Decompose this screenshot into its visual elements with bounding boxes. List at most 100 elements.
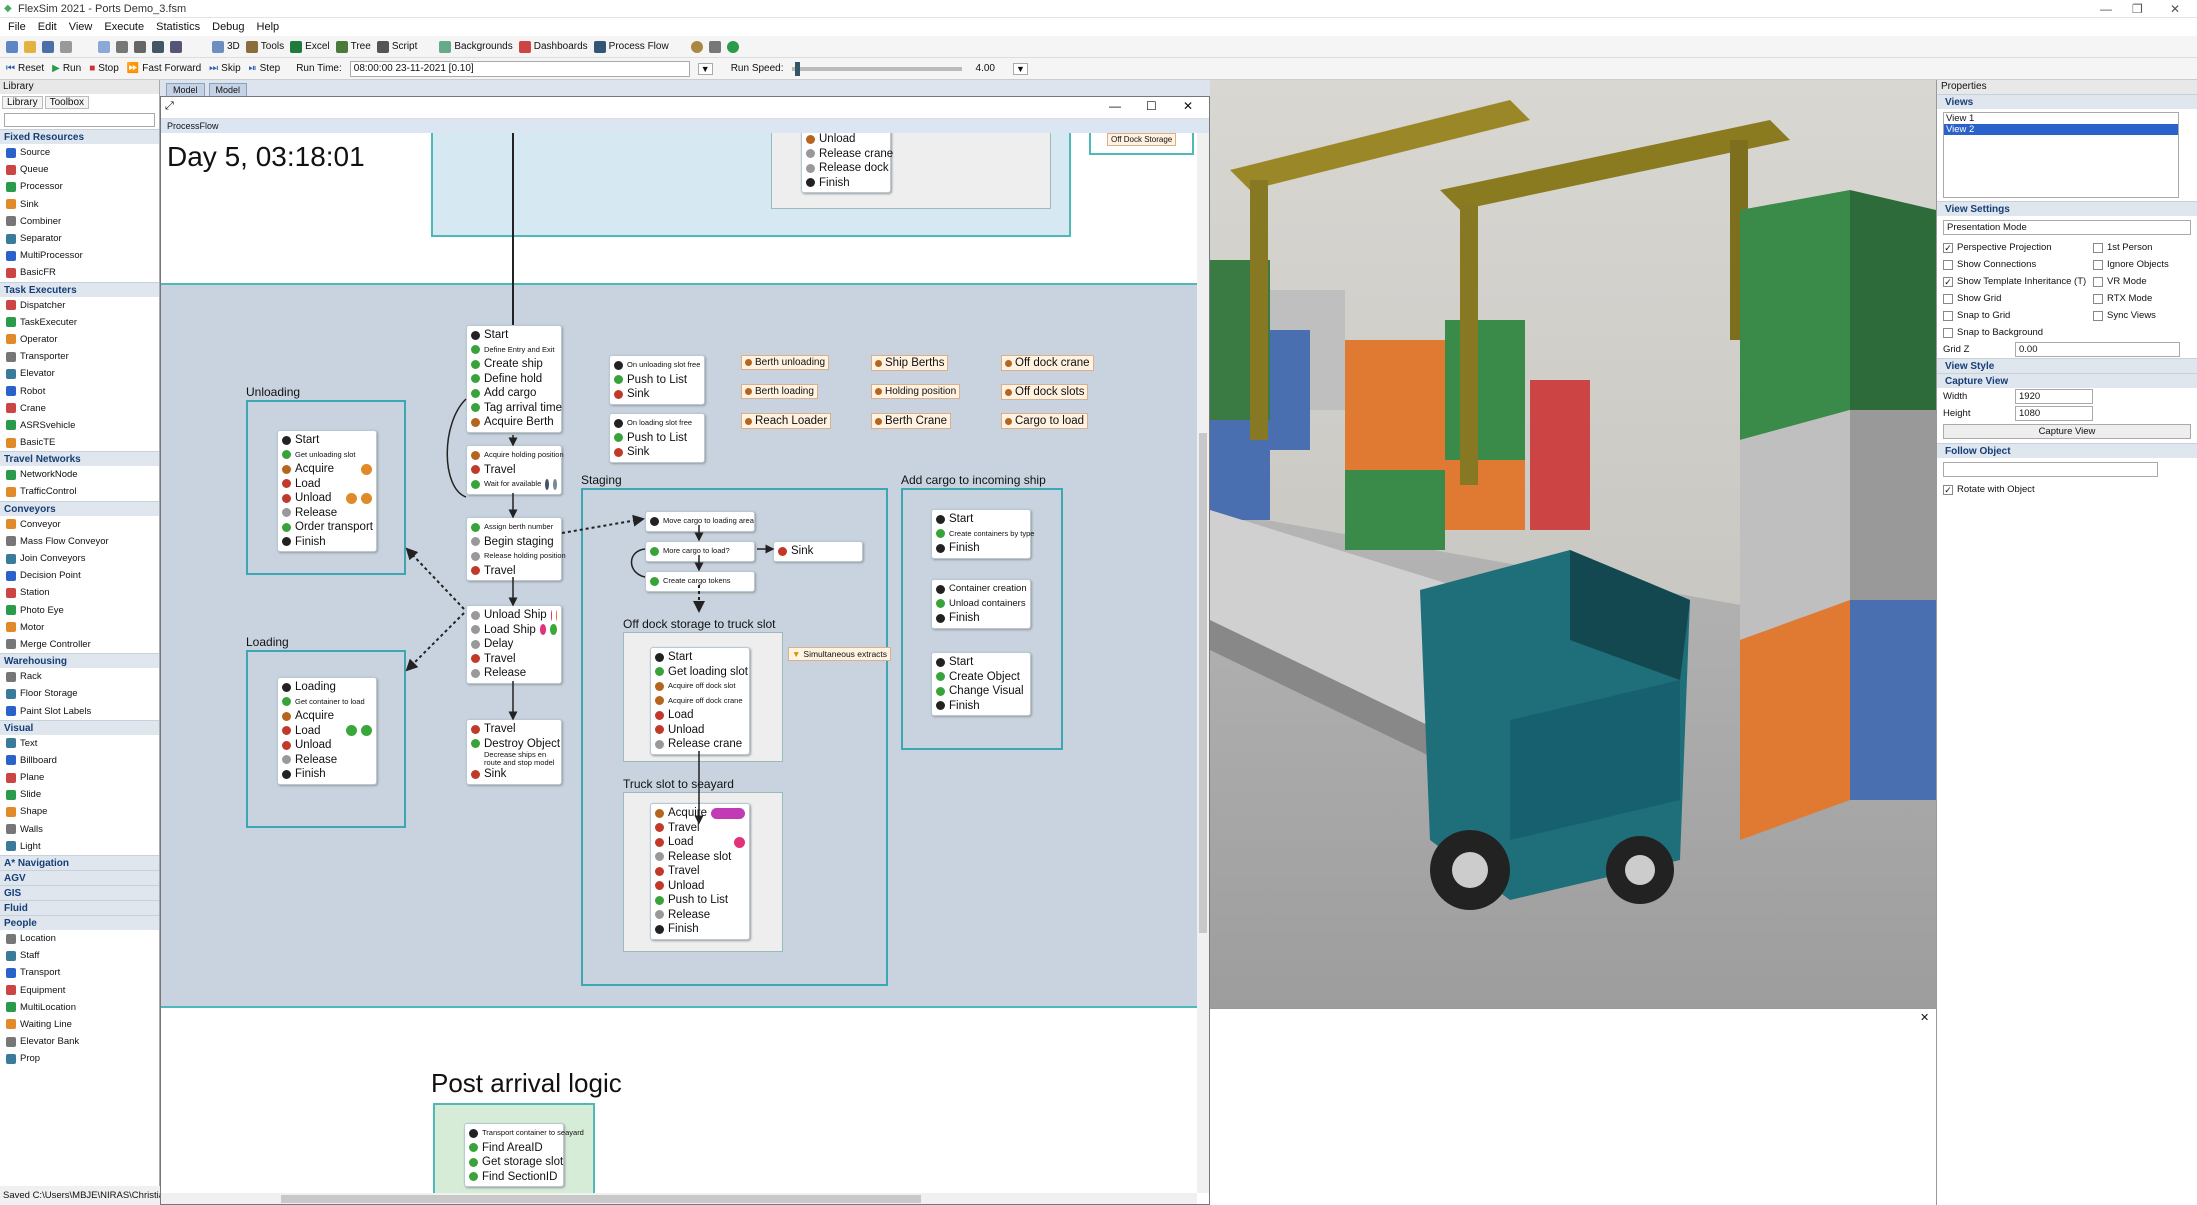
activity-delay[interactable]: Delay [471, 637, 557, 652]
menu-execute[interactable]: Execute [104, 21, 144, 33]
reset-button[interactable]: ⏮ Reset [6, 63, 44, 74]
tab-toolbox[interactable]: Toolbox [44, 96, 90, 109]
check-snap-bg[interactable]: Snap to Background [1937, 324, 2087, 341]
step-button[interactable]: ⏯ Step [249, 63, 281, 74]
check-1st-person[interactable]: 1st Person [2087, 239, 2169, 256]
library-item[interactable]: Source [0, 144, 159, 161]
library-item[interactable]: Separator [0, 230, 159, 247]
activity-release-slot[interactable]: Release slot [655, 850, 745, 865]
resource-cargo-to-load[interactable]: Cargo to load [1001, 413, 1089, 429]
activity-get-storage-slot[interactable]: Get storage slot [469, 1155, 563, 1170]
library-item[interactable]: Motor [0, 619, 159, 636]
library-item[interactable]: Shape [0, 803, 159, 820]
activity-finish-l[interactable]: Finish [282, 767, 372, 782]
menu-help[interactable]: Help [257, 21, 280, 33]
activity-sink-s[interactable]: Sink [778, 544, 858, 559]
menu-file[interactable]: File [8, 21, 26, 33]
activity-push-to-list-2[interactable]: Push to List [614, 431, 700, 446]
tab-model-2[interactable]: Model [208, 83, 248, 96]
library-group-10[interactable]: People [0, 914, 159, 930]
toolbar-backgrounds-button[interactable]: Backgrounds [439, 40, 513, 53]
activity-acquire-off-dock-crane[interactable]: Acquire off dock crane [655, 694, 745, 709]
views-icon[interactable] [170, 40, 182, 53]
library-item[interactable]: Elevator Bank [0, 1033, 159, 1050]
activity-unload-u[interactable]: Unload [282, 491, 372, 506]
library-item[interactable]: Elevator [0, 365, 159, 382]
library-item[interactable]: BasicFR [0, 264, 159, 281]
activity-finish-ac[interactable]: Finish [936, 541, 1026, 556]
model-settings-icon[interactable] [134, 40, 146, 53]
tab-library[interactable]: Library [2, 96, 43, 109]
activity-load-ship[interactable]: Load Ship [471, 623, 557, 638]
activity-push-list-t[interactable]: Push to List [655, 893, 745, 908]
skip-button[interactable]: ⏭ Skip [209, 63, 240, 74]
library-item[interactable]: Photo Eye [0, 602, 159, 619]
activity-start-u[interactable]: Start [282, 433, 372, 448]
activity-tag-arrival[interactable]: Tag arrival time [471, 401, 562, 416]
views-list[interactable]: View 1 View 2 [1943, 112, 2179, 198]
activity-finish-t[interactable]: Finish [655, 922, 745, 937]
library-item[interactable]: NetworkNode [0, 466, 159, 483]
layout-icon[interactable] [152, 40, 164, 53]
library-item[interactable]: Light [0, 838, 159, 855]
library-item[interactable]: Rack [0, 668, 159, 685]
check-connections[interactable]: Show Connections [1937, 256, 2087, 273]
new-file-icon[interactable] [6, 40, 18, 53]
library-item[interactable]: Plane [0, 769, 159, 786]
library-item[interactable]: Prop [0, 1050, 159, 1067]
capture-view-section[interactable]: Capture View [1937, 373, 2197, 388]
library-item[interactable]: Location [0, 930, 159, 947]
resource-berth-crane[interactable]: Berth Crane [871, 413, 952, 429]
library-item[interactable]: Equipment [0, 982, 159, 999]
library-group-2[interactable]: Travel Networks [0, 451, 159, 467]
view-style-section[interactable]: View Style [1937, 358, 2197, 373]
activity-travel-t2[interactable]: Travel [655, 864, 745, 879]
activity-travel-3[interactable]: Travel [471, 652, 557, 667]
activity-start[interactable]: Start [471, 328, 557, 343]
activity-start-od[interactable]: Start [655, 650, 745, 665]
activity-travel-2[interactable]: Travel [471, 564, 557, 579]
select-mode-icon[interactable] [98, 40, 110, 53]
close-icon[interactable]: ✕ [1183, 99, 1193, 113]
library-item[interactable]: MultiProcessor [0, 247, 159, 264]
library-item[interactable]: Text [0, 735, 159, 752]
run-speed-slider-handle[interactable] [794, 61, 800, 76]
activity-unloading-slot-free[interactable]: On unloading slot free [614, 358, 700, 373]
activity-unload-t[interactable]: Unload [655, 879, 745, 894]
resource-berth-unloading[interactable]: Berth unloading [741, 355, 830, 370]
view-mode-select[interactable]: Presentation Mode [1943, 220, 2191, 235]
library-item[interactable]: Slide [0, 786, 159, 803]
toolbar-tools-button[interactable]: Tools [245, 40, 284, 53]
run-time-field[interactable]: 08:00:00 23-11-2021 [0.10] [349, 60, 690, 77]
help-icon[interactable] [726, 40, 739, 53]
activity-start-ac[interactable]: Start [936, 512, 1026, 527]
open-file-icon[interactable] [24, 40, 36, 53]
activity-finish-u[interactable]: Finish [282, 535, 372, 550]
run-time-dropdown-icon[interactable]: ▼ [697, 62, 713, 75]
activity-wait-available[interactable]: Wait for available [471, 477, 557, 492]
library-item[interactable]: Sink [0, 196, 159, 213]
save-as-icon[interactable] [60, 40, 72, 53]
run-speed-slider[interactable] [791, 61, 962, 76]
3d-view[interactable] [1210, 80, 1936, 1008]
activity-create-object[interactable]: Create Object [936, 670, 1026, 685]
activity-acquire-t[interactable]: Acquire [655, 806, 745, 821]
library-search-input[interactable] [4, 113, 155, 127]
activity-find-sectionid[interactable]: Find SectionID [469, 1170, 559, 1185]
library-item[interactable]: Transport [0, 964, 159, 981]
menu-statistics[interactable]: Statistics [156, 21, 200, 33]
activity-release-u[interactable]: Release [282, 506, 372, 521]
activity-define-hold[interactable]: Define hold [471, 372, 557, 387]
tab-model-1[interactable]: Model [166, 83, 205, 96]
activity-begin-staging[interactable]: Begin staging [471, 535, 557, 550]
library-group-7[interactable]: AGV [0, 869, 159, 885]
toolbar-3d-button[interactable]: 3D [212, 40, 240, 53]
library-item[interactable]: Decision Point [0, 567, 159, 584]
activity-sink[interactable]: Sink [471, 767, 557, 782]
vertical-scroll-thumb[interactable] [1199, 433, 1207, 933]
activity-load-u[interactable]: Load [282, 477, 372, 492]
activity-acquire-berth[interactable]: Acquire Berth [471, 415, 557, 430]
maximize-icon[interactable]: ☐ [1146, 99, 1157, 113]
resource-holding-position[interactable]: Holding position [871, 384, 961, 399]
horizontal-scroll-thumb[interactable] [281, 1195, 921, 1203]
